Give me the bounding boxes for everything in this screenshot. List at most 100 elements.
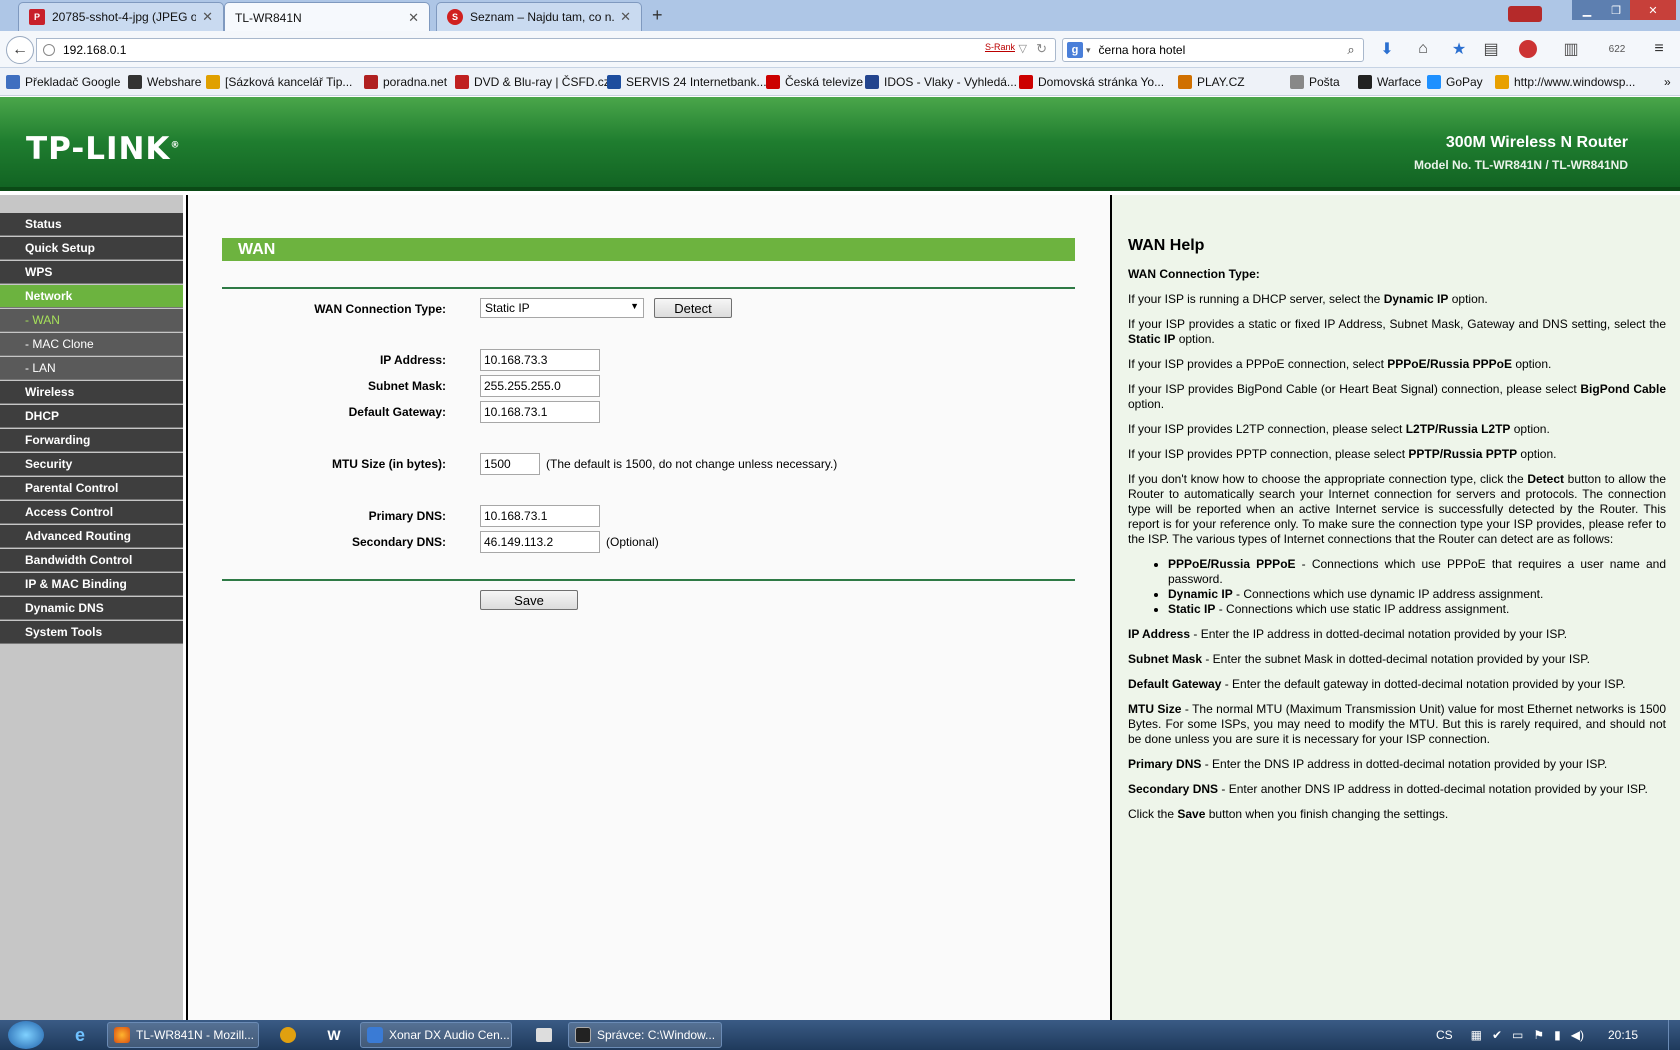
bookmarks-overflow-icon[interactable]: » xyxy=(1664,73,1671,91)
menu-item-advanced-routing[interactable]: Advanced Routing xyxy=(0,525,183,548)
menu-item-status[interactable]: Status xyxy=(0,213,183,236)
reader-icon[interactable]: ▥ xyxy=(1560,38,1582,60)
search-icon[interactable]: ⌕ xyxy=(1339,42,1363,58)
bookmark-item[interactable]: Domovská stránka Yo... xyxy=(1019,73,1164,91)
bookmark-label: http://www.windowsp... xyxy=(1514,75,1636,89)
bookmark-favicon-icon xyxy=(1290,75,1304,89)
url-dropdown-icon[interactable]: ▽ xyxy=(1019,42,1027,55)
tab-image[interactable]: P 20785-sshot-4-jpg (JPEG o... ✕ xyxy=(18,2,224,31)
tab-router[interactable]: TL-WR841N ✕ xyxy=(224,2,430,32)
wan-type-select[interactable]: Static IP ▼ xyxy=(480,298,644,318)
menu-item-network[interactable]: Network xyxy=(0,285,183,308)
taskbar-cmd[interactable]: Správce: C:\Window... xyxy=(568,1022,722,1048)
bookmark-item[interactable]: poradna.net xyxy=(364,73,447,91)
app-icon[interactable] xyxy=(276,1023,300,1047)
srank-badge[interactable]: S-Rank xyxy=(985,42,1015,52)
detect-button[interactable]: Detect xyxy=(654,298,732,318)
tray-security-icon[interactable]: ✔ xyxy=(1492,1028,1502,1042)
save-button[interactable]: Save xyxy=(480,590,578,610)
address-bar[interactable]: 192.168.0.1 S-Rank ▽ ↻ xyxy=(36,38,1056,62)
internet-explorer-icon[interactable]: e xyxy=(68,1023,92,1047)
bookmark-item[interactable]: Pošta xyxy=(1290,73,1340,91)
taskbar-firefox[interactable]: TL-WR841N - Mozill... xyxy=(107,1022,259,1048)
bookmarks-list-icon[interactable]: ▤ xyxy=(1480,38,1502,60)
close-tab-icon[interactable]: ✕ xyxy=(408,10,419,26)
menu-item-access-control[interactable]: Access Control xyxy=(0,501,183,524)
bookmark-item[interactable]: PLAY.CZ xyxy=(1178,73,1245,91)
ip-address-input[interactable] xyxy=(480,349,600,371)
bookmark-item[interactable]: Webshare xyxy=(128,73,201,91)
bookmark-item[interactable]: DVD & Blu-ray | ČSFD.cz xyxy=(455,73,610,91)
camera-icon[interactable] xyxy=(532,1023,556,1047)
menu-item-lan[interactable]: - LAN xyxy=(0,357,183,380)
restore-icon[interactable]: ❐ xyxy=(1602,0,1630,20)
language-indicator[interactable]: CS xyxy=(1436,1028,1453,1042)
secondary-dns-input[interactable] xyxy=(480,531,600,553)
bookmark-star-icon[interactable]: ★ xyxy=(1448,38,1470,60)
home-icon[interactable]: ⌂ xyxy=(1412,38,1434,60)
tab-label: 20785-sshot-4-jpg (JPEG o... xyxy=(52,10,197,24)
email-notifier-icon[interactable]: 622 xyxy=(1600,38,1634,60)
menu-item-parental-control[interactable]: Parental Control xyxy=(0,477,183,500)
bookmarks-toolbar: Překladač Google Webshare [Sázková kancelá… xyxy=(0,68,1680,96)
adblock-icon[interactable] xyxy=(1514,38,1542,60)
close-tab-icon[interactable]: ✕ xyxy=(202,9,213,25)
tray-power-icon[interactable]: ▮ xyxy=(1554,1028,1561,1042)
bookmark-item[interactable]: Česká televize xyxy=(766,73,863,91)
bookmark-item[interactable]: GoPay xyxy=(1427,73,1483,91)
tray-network-icon[interactable]: ▦ xyxy=(1471,1028,1482,1042)
search-box[interactable]: g ▾ černa hora hotel ⌕ xyxy=(1062,38,1364,62)
system-tray: CS ▦ ✔ ▭ ⚑ ▮ ◀) 20:15 xyxy=(1436,1020,1680,1050)
minimize-icon[interactable]: ▁ xyxy=(1572,0,1602,20)
addon-badge-icon[interactable] xyxy=(1508,6,1542,22)
menu-item-forwarding[interactable]: Forwarding xyxy=(0,429,183,452)
menu-item-dynamic-dns[interactable]: Dynamic DNS xyxy=(0,597,183,620)
bookmark-favicon-icon xyxy=(766,75,780,89)
clock[interactable]: 20:15 xyxy=(1608,1028,1638,1042)
new-tab-button[interactable]: + xyxy=(652,5,663,26)
menu-icon[interactable]: ≡ xyxy=(1648,38,1670,60)
menu-item-wps[interactable]: WPS xyxy=(0,261,183,284)
menu-item-wan[interactable]: - WAN xyxy=(0,309,183,332)
bookmark-item[interactable]: [Sázková kancelář Tip... xyxy=(206,73,352,91)
show-desktop-button[interactable] xyxy=(1668,1020,1680,1050)
back-button[interactable]: ← xyxy=(6,36,34,64)
bookmark-item[interactable]: Warface xyxy=(1358,73,1421,91)
menu-item-bandwidth-control[interactable]: Bandwidth Control xyxy=(0,549,183,572)
download-icon[interactable]: ⬇ xyxy=(1376,38,1398,60)
reload-icon[interactable]: ↻ xyxy=(1036,41,1047,57)
tray-display-icon[interactable]: ▭ xyxy=(1512,1028,1523,1042)
menu-item-security[interactable]: Security xyxy=(0,453,183,476)
bookmark-item[interactable]: IDOS - Vlaky - Vyhledá... xyxy=(865,73,1017,91)
menu-item-ip-mac-binding[interactable]: IP & MAC Binding xyxy=(0,573,183,596)
menu-item-mac-clone[interactable]: - MAC Clone xyxy=(0,333,183,356)
start-button-icon[interactable] xyxy=(8,1021,44,1049)
help-paragraph: If your ISP provides a static or fixed I… xyxy=(1128,317,1666,346)
divider xyxy=(222,287,1075,289)
bookmark-item[interactable]: http://www.windowsp... xyxy=(1495,73,1635,91)
primary-dns-input[interactable] xyxy=(480,505,600,527)
mtu-size-input[interactable] xyxy=(480,453,540,475)
google-search-engine-icon[interactable]: g xyxy=(1067,42,1083,58)
menu-item-wireless[interactable]: Wireless xyxy=(0,381,183,404)
menu-item-system-tools[interactable]: System Tools xyxy=(0,621,183,644)
tray-flag-icon[interactable]: ⚑ xyxy=(1533,1028,1544,1042)
close-tab-icon[interactable]: ✕ xyxy=(620,9,631,25)
default-gateway-input[interactable] xyxy=(480,401,600,423)
bookmark-label: Česká televize xyxy=(785,75,864,89)
taskbar-xonar[interactable]: Xonar DX Audio Cen... xyxy=(360,1022,512,1048)
mtu-size-label: MTU Size (in bytes): xyxy=(331,457,446,471)
engine-dropdown-icon[interactable]: ▾ xyxy=(1086,45,1091,56)
menu-item-dhcp[interactable]: DHCP xyxy=(0,405,183,428)
tray-volume-icon[interactable]: ◀) xyxy=(1571,1028,1584,1042)
close-window-icon[interactable]: ✕ xyxy=(1630,0,1676,20)
help-title: WAN Help xyxy=(1128,237,1205,254)
warface-icon[interactable]: W xyxy=(322,1023,346,1047)
subnet-mask-input[interactable] xyxy=(480,375,600,397)
bookmark-item[interactable]: Překladač Google xyxy=(6,73,120,91)
bookmark-item[interactable]: SERVIS 24 Internetbank... xyxy=(607,73,767,91)
tab-seznam[interactable]: S Seznam – Najdu tam, co n... ✕ xyxy=(436,2,642,31)
menu-item-quick-setup[interactable]: Quick Setup xyxy=(0,237,183,260)
back-arrow-icon: ← xyxy=(12,41,28,58)
help-paragraph: Subnet Mask - Enter the subnet Mask in d… xyxy=(1128,652,1591,666)
